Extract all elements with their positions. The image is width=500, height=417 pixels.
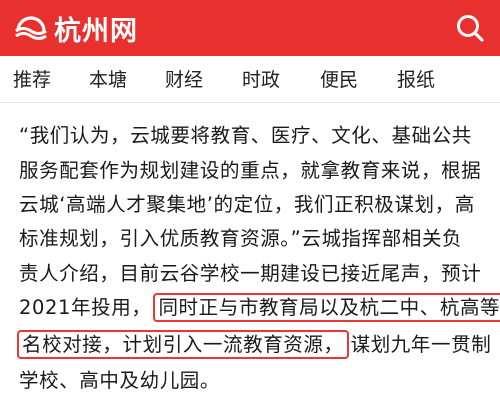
nav-tab-finance[interactable]: 财经 [165, 65, 203, 92]
search-button[interactable] [454, 12, 486, 44]
article-line: 责人介绍，目前云谷学校一期建设已接近尾声，预计 [19, 262, 482, 285]
article-line: 服务配套作为规划建设的重点，就拿教育来说，根据 [19, 159, 482, 182]
nav-tab-politics[interactable]: 时政 [242, 65, 280, 92]
search-icon [457, 15, 484, 42]
article-line: 学校、高中及幼儿园。 [19, 369, 221, 392]
site-name: 杭州网 [54, 15, 138, 47]
article-line: 标准规划，引入优质教育资源。”云城指挥部相关负 [19, 227, 463, 250]
highlight-box-1: 同时正与市教育局以及杭二中、杭高等 [153, 293, 500, 322]
nav-tab-convenience[interactable]: 便民 [320, 65, 358, 92]
article-line: 云城‘高端人才聚集地’的定位，我们正积极谋划，高 [19, 193, 475, 216]
article-line: “我们认为，云城要将教育、医疗、文化、基础公共 [19, 124, 472, 147]
nav-tab-bentang[interactable]: 本塘 [89, 65, 127, 92]
category-nav: 推荐 本塘 财经 时政 便民 报纸 [0, 56, 500, 103]
article-line-7: 名校对接，计划引入一流教育资源， 谋划九年一贯制 [15, 328, 492, 359]
nav-fade-overlay [430, 56, 500, 102]
article-line-6: 2021年投用， 同时正与市教育局以及杭二中、杭高等 [19, 291, 500, 322]
top-header-bar: 杭州网 [0, 0, 500, 56]
article-text: 谋划九年一贯制 [350, 333, 492, 356]
site-logo[interactable]: 杭州网 [14, 9, 138, 48]
highlight-box-2: 名校对接，计划引入一流教育资源， [17, 330, 349, 359]
sun-wave-logo-icon [15, 16, 47, 40]
article-text: 2021年投用， [19, 296, 152, 319]
nav-tab-recommend[interactable]: 推荐 [13, 65, 51, 92]
